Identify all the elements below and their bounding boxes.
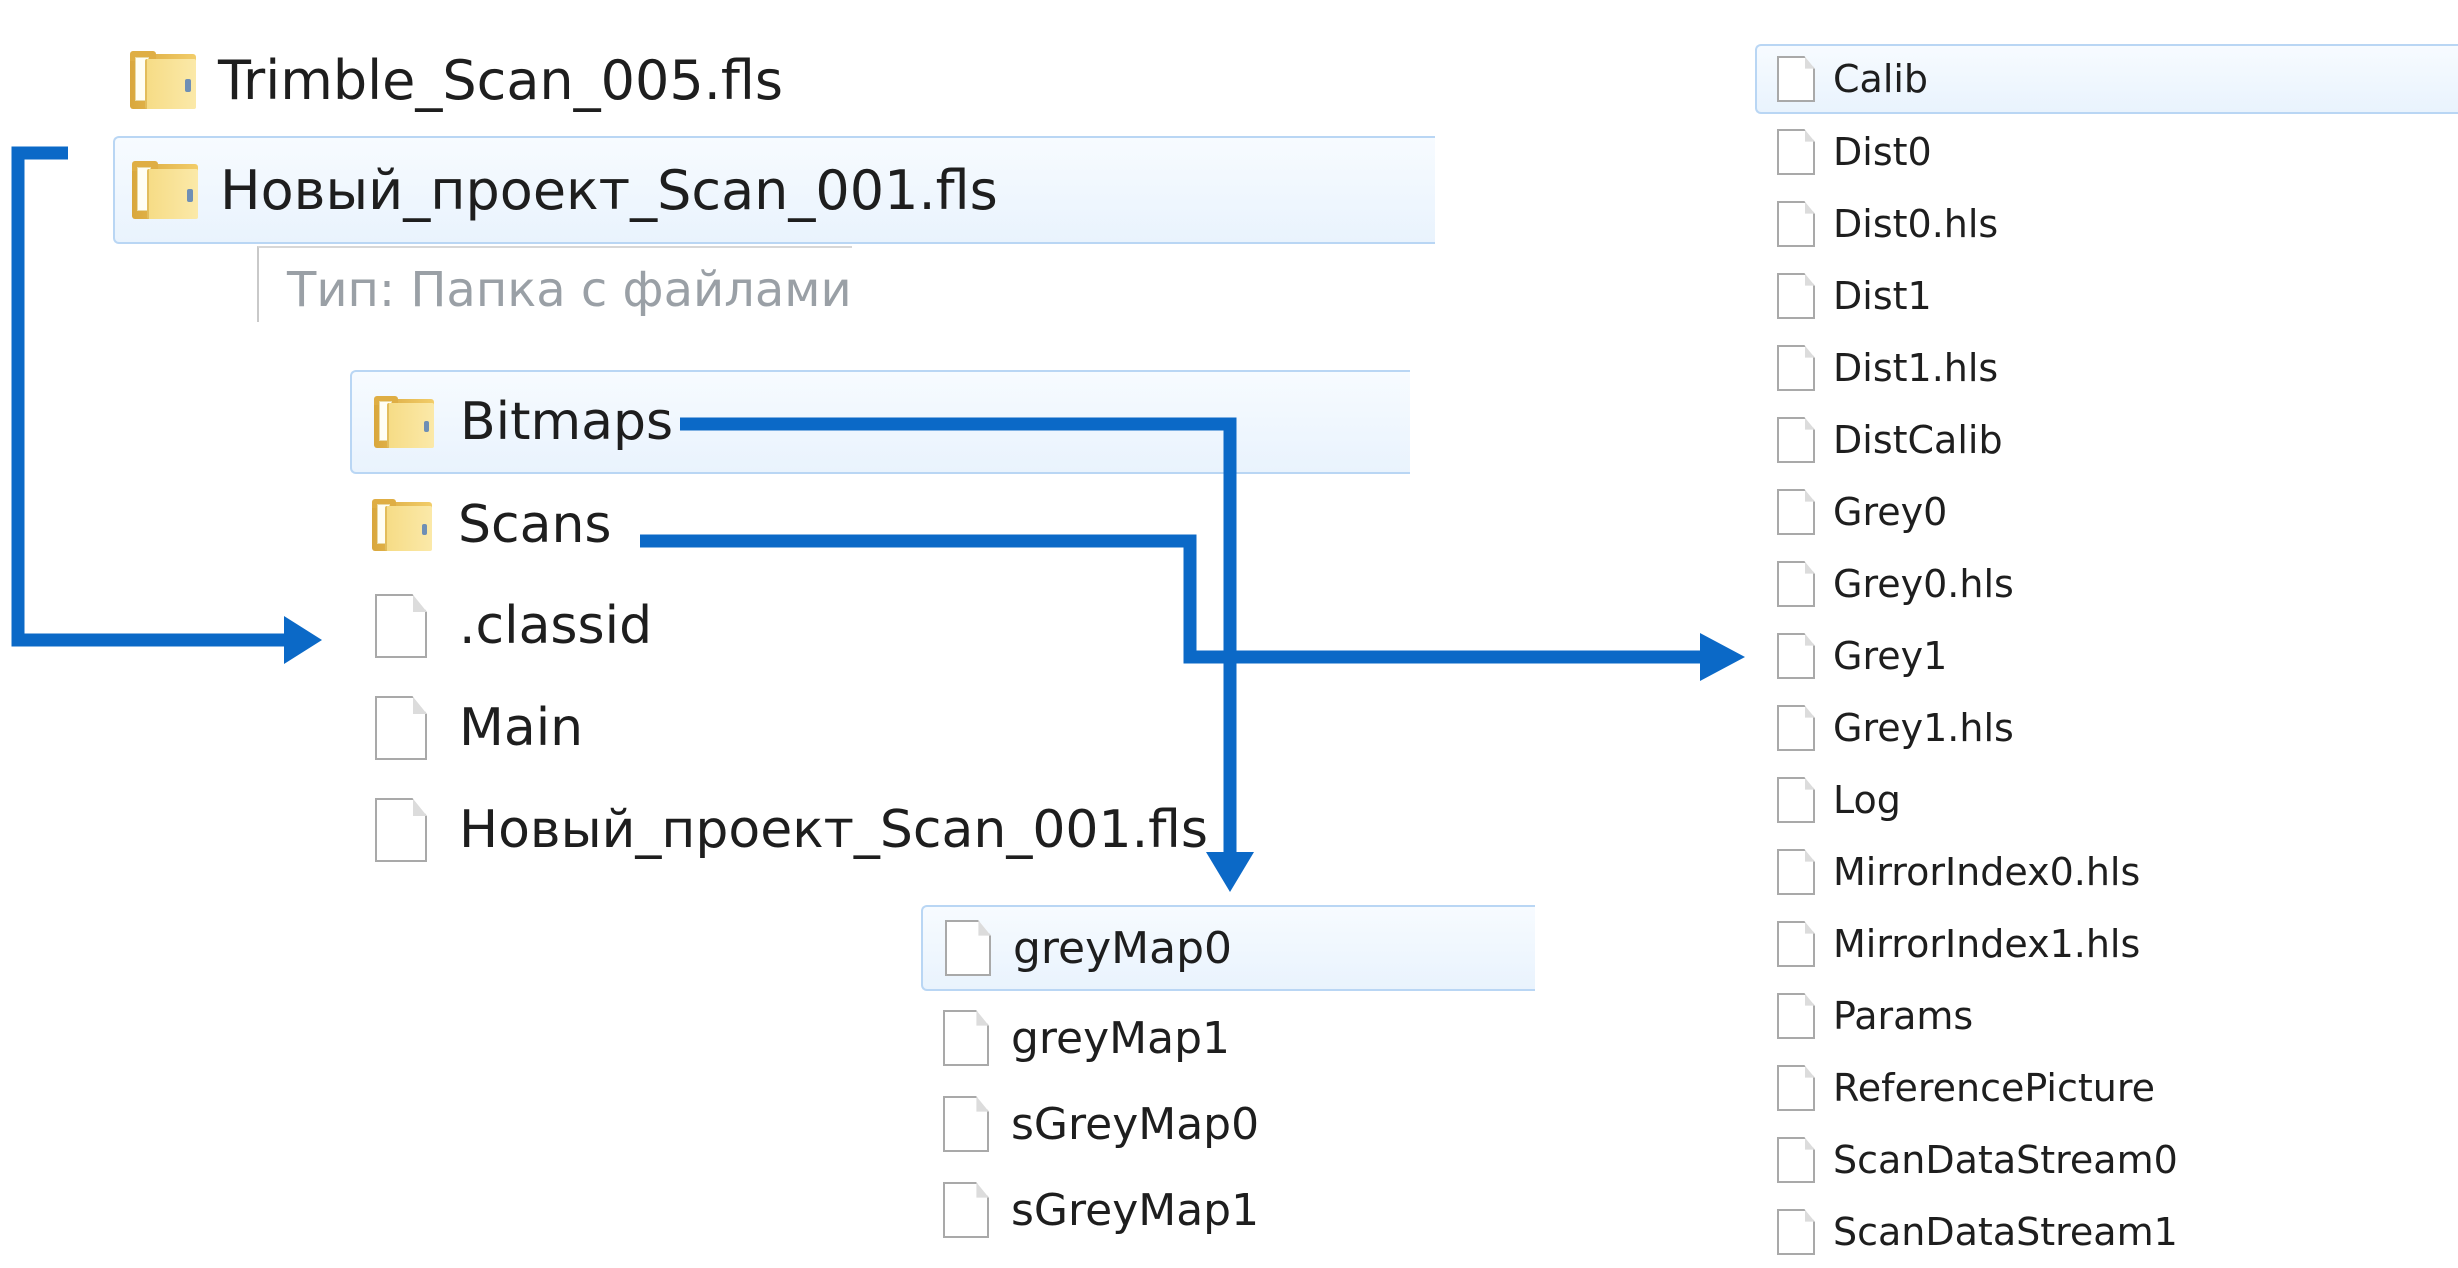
- arrow-head: [1700, 633, 1745, 681]
- arrow-line: [640, 534, 1700, 664]
- arrow-project-to-contents: [11, 146, 322, 664]
- arrow-head: [1206, 852, 1254, 892]
- arrow-line: [680, 417, 1237, 860]
- arrow-bitmaps-to-contents: [680, 417, 1254, 892]
- arrow-line: [11, 146, 290, 647]
- arrow-head: [284, 616, 322, 664]
- arrow-scans-to-contents: [640, 534, 1745, 681]
- connector-arrows: [11, 146, 1745, 892]
